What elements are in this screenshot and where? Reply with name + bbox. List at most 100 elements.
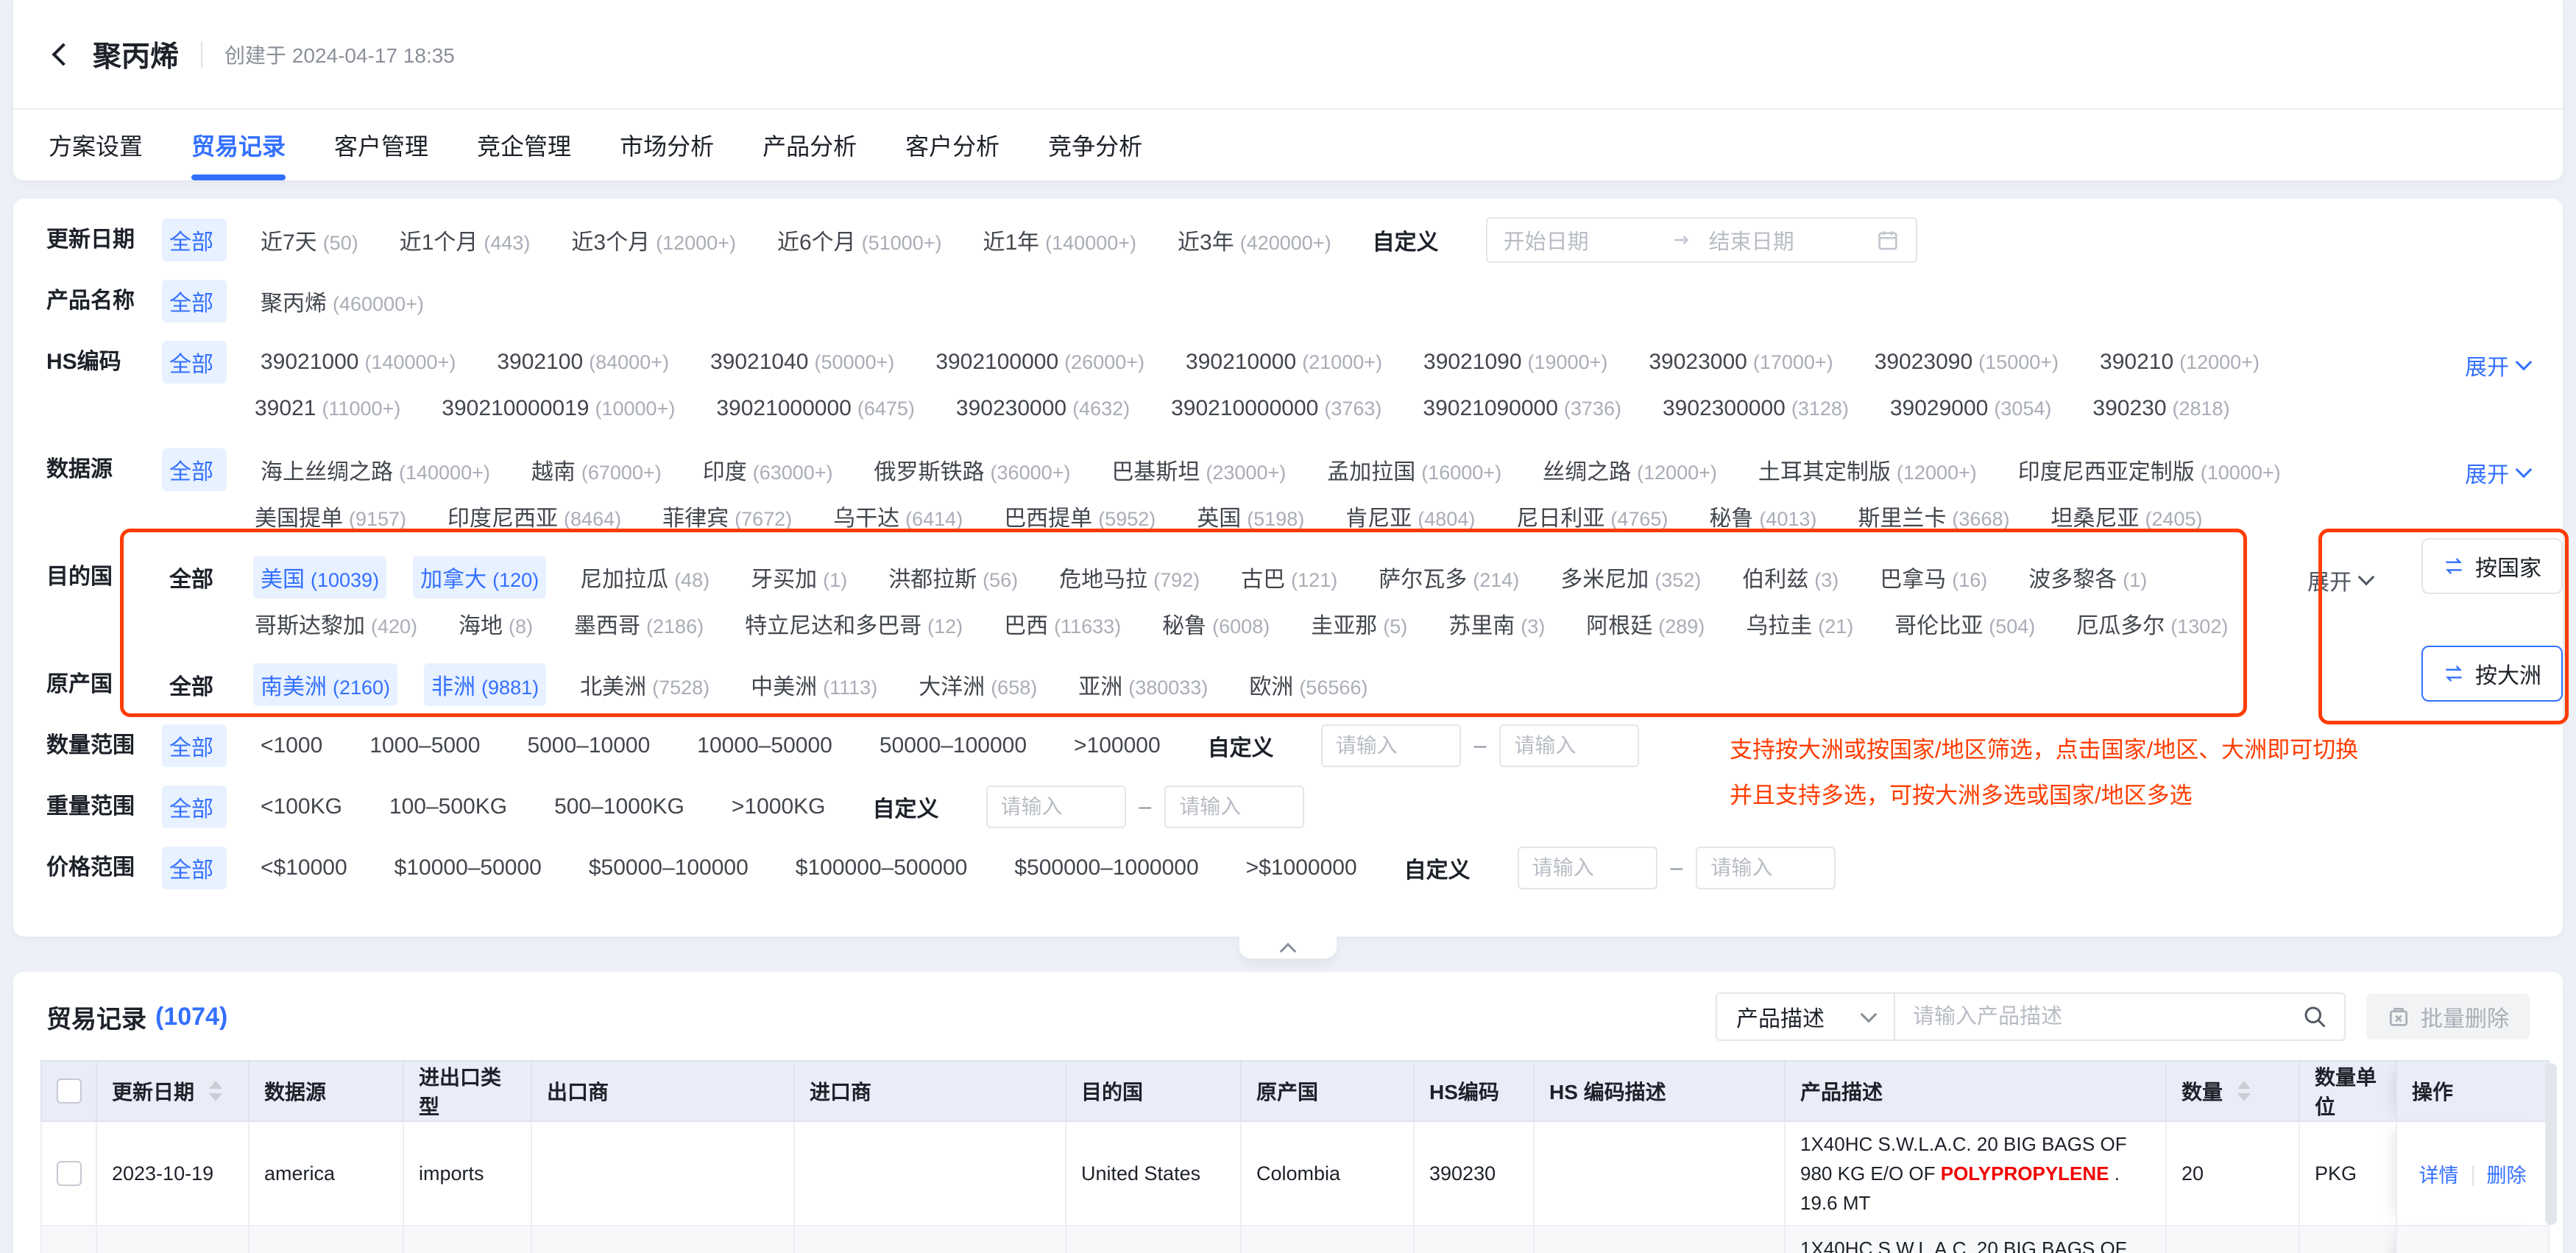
max-input[interactable]	[1499, 724, 1639, 767]
filter-chip[interactable]: 巴西提单(5952)	[997, 495, 1163, 537]
filter-chip[interactable]: $500000–1000000	[1007, 850, 1211, 886]
row-checkbox[interactable]	[57, 1161, 82, 1186]
filter-chip[interactable]: >100000	[1066, 728, 1174, 763]
column-header[interactable]: 原产国	[1241, 1061, 1414, 1121]
filter-chip[interactable]: 牙买加(1)	[743, 556, 854, 599]
filter-chip[interactable]: 印度尼西亚(8464)	[440, 495, 629, 537]
filter-chip[interactable]: 巴拿马(16)	[1872, 556, 1995, 599]
min-input[interactable]	[1321, 724, 1461, 767]
sort-desc-icon[interactable]	[2237, 1093, 2251, 1101]
min-input[interactable]	[1518, 847, 1657, 889]
filter-chip[interactable]: 孟加拉国(16000+)	[1320, 448, 1509, 491]
filter-chip[interactable]: 全部	[162, 663, 227, 706]
bulk-delete-button[interactable]: 批量删除	[2366, 994, 2530, 1040]
filter-chip[interactable]: 全部	[162, 341, 227, 384]
tab[interactable]: 竞企管理	[477, 110, 571, 180]
column-header[interactable]: 数量单位	[2299, 1061, 2396, 1121]
filter-chip[interactable]: $50000–100000	[581, 850, 762, 886]
filter-chip[interactable]: 尼加拉瓜(48)	[573, 556, 717, 599]
filter-chip[interactable]: 近3个月(12000+)	[564, 219, 743, 261]
filter-chip[interactable]: 中美洲(1113)	[743, 663, 885, 706]
filter-chip[interactable]: <$10000	[253, 850, 361, 886]
filter-chip[interactable]: 墨西哥(2186)	[567, 602, 711, 645]
expand-toggle[interactable]: 展开	[2465, 349, 2530, 381]
column-header[interactable]: 进出口类型	[403, 1061, 531, 1121]
filter-chip[interactable]: 390230(2818)	[2085, 391, 2237, 426]
select-all-checkbox[interactable]	[57, 1079, 82, 1104]
filter-chip[interactable]: 500–1000KG	[547, 789, 698, 825]
filter-chip[interactable]: 全部	[162, 219, 227, 261]
filter-chip[interactable]: 厄瓜多尔(1302)	[2069, 602, 2235, 645]
scrollbar-thumb[interactable]	[2545, 1063, 2557, 1225]
filter-chip[interactable]: 39021090000(3736)	[1415, 391, 1629, 426]
filter-chip[interactable]: 菲律宾(7672)	[655, 495, 799, 537]
filter-chip[interactable]: 南美洲(2160)	[253, 663, 397, 706]
filter-chip[interactable]: $100000–500000	[788, 850, 981, 886]
filter-chip[interactable]: 危地马拉(792)	[1052, 556, 1207, 599]
filter-chip[interactable]: 39021000000(6475)	[709, 391, 922, 426]
filter-chip[interactable]: 39023090(15000+)	[1867, 345, 2066, 380]
filter-chip[interactable]: 39021(11000+)	[247, 391, 408, 426]
filter-chip[interactable]: 巴基斯坦(23000+)	[1104, 448, 1293, 491]
filter-chip[interactable]: 39029000(3054)	[1883, 391, 2059, 426]
filter-chip[interactable]: 古巴(121)	[1234, 556, 1345, 599]
sort-desc-icon[interactable]	[209, 1093, 222, 1101]
filter-chip[interactable]: 欧洲(56566)	[1242, 663, 1375, 706]
filter-chip[interactable]: 海地(8)	[451, 602, 540, 645]
filter-chip[interactable]: 10000–50000	[690, 728, 846, 763]
filter-chip[interactable]: 亚洲(380033)	[1071, 663, 1215, 706]
tab[interactable]: 贸易记录	[191, 110, 286, 180]
filter-chip[interactable]: 秘鲁(4013)	[1702, 495, 1824, 537]
max-input[interactable]	[1696, 847, 1836, 889]
filter-chip[interactable]: 尼日利亚(4765)	[1509, 495, 1675, 537]
column-header[interactable]: 目的国	[1066, 1061, 1241, 1121]
tab[interactable]: 产品分析	[762, 110, 857, 180]
detail-link[interactable]: 详情	[2419, 1165, 2459, 1187]
tab[interactable]: 客户分析	[905, 110, 999, 180]
filter-chip[interactable]: 土耳其定制版(12000+)	[1751, 448, 1984, 491]
filter-chip[interactable]: 近1年(140000+)	[975, 219, 1144, 261]
filter-chip[interactable]: 39023000(17000+)	[1641, 345, 1840, 380]
filter-chip[interactable]: 阿根廷(289)	[1579, 602, 1712, 645]
filter-chip[interactable]: 特立尼达和多巴哥(12)	[737, 602, 970, 645]
filter-chip[interactable]: 39021000(140000+)	[253, 345, 463, 380]
filter-chip[interactable]: 俄罗斯铁路(36000+)	[867, 448, 1078, 491]
tab[interactable]: 客户管理	[334, 110, 428, 180]
back-button[interactable]	[49, 40, 78, 69]
filter-chip[interactable]: 390210(12000+)	[2092, 345, 2267, 380]
filter-chip[interactable]: 苏里南(3)	[1441, 602, 1552, 645]
start-date-input[interactable]: 开始日期	[1504, 225, 1671, 255]
column-header[interactable]: 更新日期	[96, 1061, 249, 1121]
expand-toggle[interactable]: 展开	[2307, 564, 2372, 596]
filter-chip[interactable]: <100KG	[253, 789, 355, 825]
filter-chip[interactable]: 自定义	[1200, 724, 1287, 767]
filter-chip[interactable]: <1000	[253, 728, 336, 763]
desc-type-select[interactable]: 产品描述	[1717, 994, 1895, 1040]
filter-chip[interactable]: 近3年(420000+)	[1170, 219, 1339, 261]
filter-chip[interactable]: 越南(67000+)	[524, 448, 669, 491]
column-header[interactable]: 数据源	[249, 1061, 403, 1121]
filter-chip[interactable]: 3902100(84000+)	[489, 345, 676, 380]
column-header[interactable]: 产品描述	[1785, 1061, 2166, 1121]
filter-chip[interactable]: 39021040(50000+)	[703, 345, 902, 380]
column-header[interactable]: HS 编码描述	[1534, 1061, 1785, 1121]
filter-chip[interactable]: 印度(63000+)	[696, 448, 841, 491]
column-header[interactable]: 出口商	[531, 1061, 794, 1121]
filter-chip[interactable]: 39021090(19000+)	[1416, 345, 1615, 380]
filter-chip[interactable]: $10000–50000	[387, 850, 555, 886]
column-header[interactable]: HS编码	[1414, 1061, 1534, 1121]
filter-chip[interactable]: 多米尼加(352)	[1553, 556, 1708, 599]
filter-chip[interactable]: 圭亚那(5)	[1303, 602, 1415, 645]
filter-chip[interactable]: 坦桑尼亚(2405)	[2043, 495, 2209, 537]
max-input[interactable]	[1164, 786, 1304, 828]
filter-chip[interactable]: 自定义	[1397, 847, 1484, 889]
filter-chip[interactable]: 斯里兰卡(3668)	[1850, 495, 2017, 537]
filter-chip[interactable]: 乌干达(6414)	[826, 495, 970, 537]
filter-chip[interactable]: 伯利兹(3)	[1735, 556, 1846, 599]
column-header[interactable]: 操作	[2396, 1061, 2549, 1121]
filter-chip[interactable]: 100–500KG	[382, 789, 520, 825]
by-continent-button[interactable]: 按大洲	[2421, 646, 2563, 702]
delete-link[interactable]: 删除	[2487, 1165, 2527, 1187]
filter-chip[interactable]: 非洲(9881)	[424, 663, 546, 706]
filter-chip[interactable]: 海上丝绸之路(140000+)	[253, 448, 498, 491]
